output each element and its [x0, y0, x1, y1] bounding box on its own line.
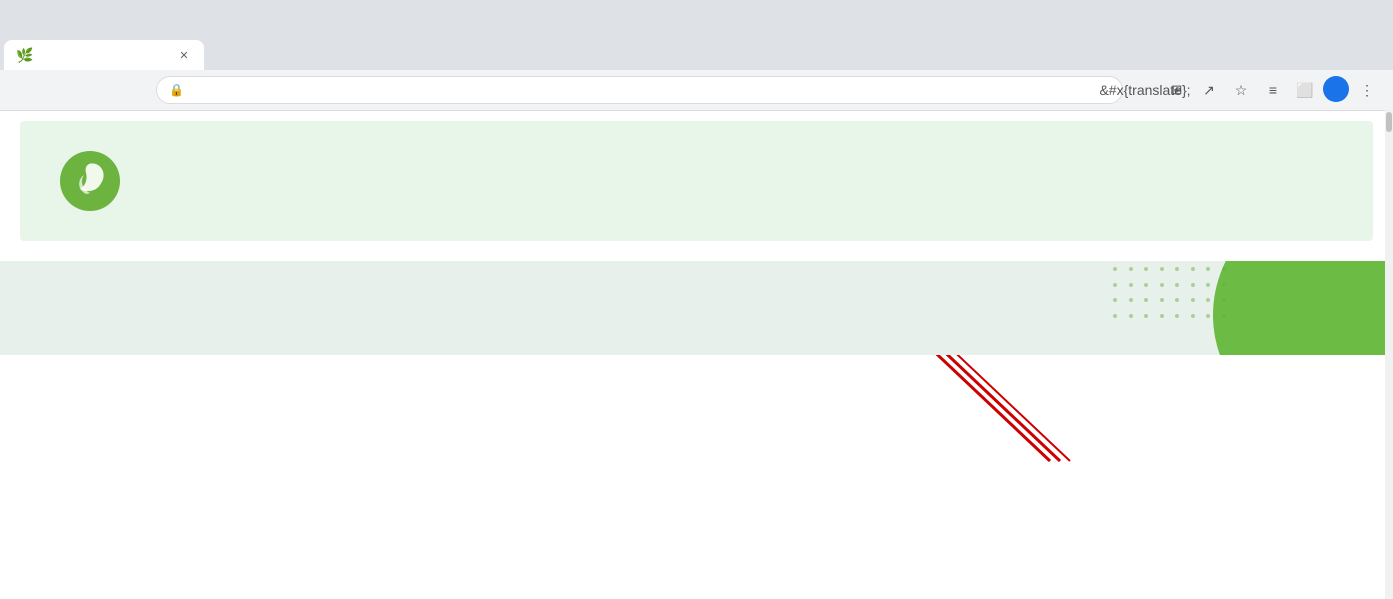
- active-tab[interactable]: 🌿 ✕: [4, 40, 204, 70]
- share-icon[interactable]: ↗: [1195, 76, 1223, 104]
- dot: [1206, 283, 1210, 287]
- dot: [1206, 267, 1210, 271]
- dot: [1175, 267, 1179, 271]
- quickstart-section: [20, 121, 1373, 241]
- spring-logo: [60, 151, 120, 211]
- dot: [1191, 314, 1195, 318]
- translate-icon-btn[interactable]: ⊞: [1163, 76, 1191, 104]
- dot: [1160, 314, 1164, 318]
- dot: [1144, 298, 1148, 302]
- url-bar[interactable]: 🔒: [156, 76, 1123, 104]
- scrollbar-thumb[interactable]: [1386, 112, 1392, 132]
- dot: [1206, 314, 1210, 318]
- dot: [1175, 298, 1179, 302]
- profile-menu-icon[interactable]: ≡: [1259, 76, 1287, 104]
- bookmark-icon[interactable]: ☆: [1227, 76, 1255, 104]
- back-button[interactable]: [12, 76, 40, 104]
- dot: [1191, 283, 1195, 287]
- dot: [1160, 267, 1164, 271]
- dot: [1144, 314, 1148, 318]
- dot: [1160, 298, 1164, 302]
- window-controls: [1331, 10, 1385, 24]
- get-ahead-column: [60, 301, 458, 315]
- close-button[interactable]: [1371, 10, 1385, 24]
- dot: [1113, 267, 1117, 271]
- get-support-column: [498, 301, 896, 315]
- title-bar: [0, 0, 1393, 34]
- user-avatar[interactable]: [1323, 76, 1349, 102]
- tab-bar: 🌿 ✕: [0, 34, 1393, 70]
- lock-icon: 🔒: [169, 83, 184, 97]
- dot: [1175, 314, 1179, 318]
- refresh-button[interactable]: [84, 76, 112, 104]
- maximize-button[interactable]: [1351, 10, 1365, 24]
- dot: [1129, 283, 1133, 287]
- dot: [1113, 314, 1117, 318]
- toolbar-icons: &#x{translate}; ⊞ ↗ ☆ ≡ ⬜ ⋮: [1131, 76, 1381, 104]
- page-content: // Generate dots dynamically const dotsC…: [0, 111, 1393, 355]
- dot: [1191, 267, 1195, 271]
- dot: [1191, 298, 1195, 302]
- dot: [1144, 267, 1148, 271]
- address-bar: 🔒 &#x{translate}; ⊞ ↗ ☆ ≡ ⬜ ⋮: [0, 70, 1393, 110]
- dot: [1129, 267, 1133, 271]
- tab-close-button[interactable]: ✕: [176, 47, 192, 63]
- forward-button[interactable]: [48, 76, 76, 104]
- dot: [1129, 298, 1133, 302]
- menu-icon[interactable]: ⋮: [1353, 76, 1381, 104]
- dot: [1129, 314, 1133, 318]
- dot: [1113, 283, 1117, 287]
- dot: [1144, 283, 1148, 287]
- green-circle-decoration: [1213, 261, 1393, 355]
- dot: [1160, 283, 1164, 287]
- home-button[interactable]: [120, 76, 148, 104]
- bottom-section: // Generate dots dynamically const dotsC…: [0, 261, 1393, 355]
- dot: [1206, 298, 1210, 302]
- dot: [1113, 298, 1117, 302]
- minimize-button[interactable]: [1331, 10, 1345, 24]
- translate-icon[interactable]: &#x{translate};: [1131, 76, 1159, 104]
- new-tab-button[interactable]: [208, 42, 236, 70]
- dot: [1175, 283, 1179, 287]
- tab-favicon: 🌿: [16, 47, 33, 64]
- split-view-icon[interactable]: ⬜: [1291, 76, 1319, 104]
- scrollbar[interactable]: [1385, 110, 1393, 599]
